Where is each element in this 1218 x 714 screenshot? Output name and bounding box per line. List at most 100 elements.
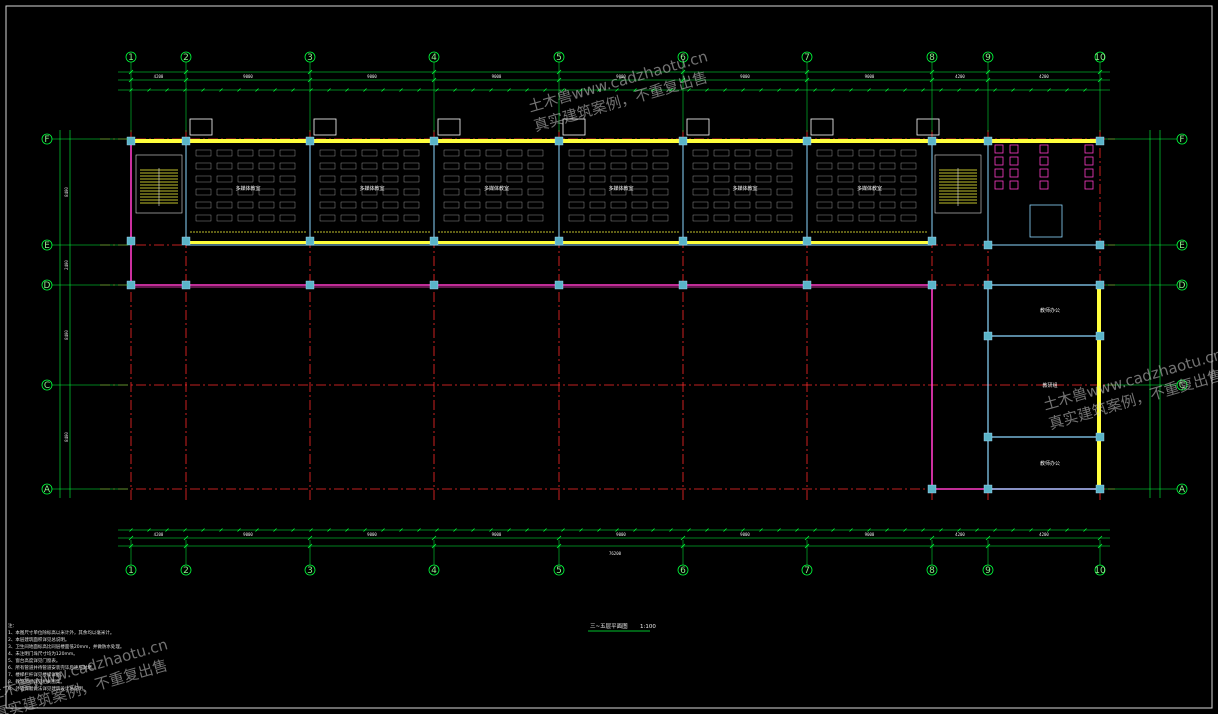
classroom-label: 多媒体教室	[359, 185, 384, 192]
dimension-label: 8400	[64, 187, 69, 197]
toilet-fixture	[1039, 168, 1049, 178]
classroom-label: 多媒体教室	[732, 185, 757, 192]
axis-bubble-label: D	[44, 281, 51, 291]
desk	[485, 175, 502, 183]
desk	[713, 201, 730, 209]
axis-bubble-label: 10	[1094, 53, 1106, 63]
desk	[279, 175, 296, 183]
desk	[216, 149, 233, 157]
desk	[443, 162, 460, 170]
desk	[464, 149, 481, 157]
column	[802, 236, 812, 246]
dimension-label: 4200	[1039, 532, 1049, 537]
desk	[340, 201, 357, 209]
desk	[900, 201, 917, 209]
axis-bubble-label: 6	[680, 566, 686, 576]
desk	[237, 162, 254, 170]
desk	[258, 175, 275, 183]
column	[983, 432, 993, 442]
desk	[589, 175, 606, 183]
desk	[568, 162, 585, 170]
toilet-room	[1029, 204, 1063, 238]
column	[927, 236, 937, 246]
column	[678, 280, 688, 290]
desk	[216, 188, 233, 196]
desk	[464, 175, 481, 183]
desk	[837, 214, 854, 222]
desk	[279, 201, 296, 209]
axis-bubble-label: E	[44, 241, 50, 251]
desk	[237, 149, 254, 157]
axis-bubble-label: 8	[929, 53, 935, 63]
dimension-label: 4200	[154, 532, 164, 537]
column	[554, 136, 564, 146]
desk	[361, 175, 378, 183]
desk	[755, 214, 772, 222]
desk	[776, 149, 793, 157]
note-line: 注：	[8, 622, 17, 629]
desk	[485, 214, 502, 222]
desk	[610, 214, 627, 222]
axis-bubble-label: 3	[307, 53, 313, 63]
axis-bubble-label: 1	[128, 53, 134, 63]
column	[983, 136, 993, 146]
watermark: 土木兽www.cadzhaotu.cn 真实建筑案例，不重复出售	[1041, 345, 1218, 433]
classroom-label: 多媒体教室	[857, 185, 882, 192]
desk	[858, 214, 875, 222]
desk	[900, 175, 917, 183]
desk	[443, 188, 460, 196]
desk	[652, 175, 669, 183]
desk	[485, 149, 502, 157]
east-room-label: 教师办公	[1040, 307, 1060, 314]
desk	[464, 188, 481, 196]
desk	[319, 149, 336, 157]
toilet-fixture	[1009, 180, 1019, 190]
toilet-fixture	[1009, 144, 1019, 154]
column	[305, 136, 315, 146]
desk	[485, 162, 502, 170]
axis-bubble-label: F	[1179, 135, 1184, 145]
column	[126, 236, 136, 246]
desk	[568, 214, 585, 222]
desk	[443, 175, 460, 183]
desk	[568, 201, 585, 209]
toilet-fixture	[994, 168, 1004, 178]
desk	[195, 175, 212, 183]
desk	[776, 201, 793, 209]
desk	[361, 214, 378, 222]
desk	[506, 201, 523, 209]
desk	[589, 162, 606, 170]
desk	[279, 162, 296, 170]
note-line: 1、本图尺寸单位除标高以米计外，其余均以毫米计。	[8, 629, 114, 636]
desk	[652, 214, 669, 222]
desk	[837, 201, 854, 209]
axis-bubble-label: 4	[431, 53, 437, 63]
desk	[403, 188, 420, 196]
desk	[568, 149, 585, 157]
desk	[734, 175, 751, 183]
desk	[216, 214, 233, 222]
desk	[568, 188, 585, 196]
desk	[610, 175, 627, 183]
desk	[361, 149, 378, 157]
desk	[692, 214, 709, 222]
desk	[776, 214, 793, 222]
column	[678, 236, 688, 246]
dimension-label: 9000	[367, 74, 377, 79]
desk	[692, 162, 709, 170]
desk	[734, 201, 751, 209]
desk	[816, 175, 833, 183]
axis-bubble-label: A	[1179, 485, 1186, 495]
toilet-fixture	[1039, 144, 1049, 154]
desk	[340, 214, 357, 222]
desk	[443, 201, 460, 209]
east-room-label: 教研组	[1042, 382, 1057, 389]
column	[305, 280, 315, 290]
desk	[443, 214, 460, 222]
desk	[755, 149, 772, 157]
north-window-band	[131, 139, 1100, 143]
desk	[319, 188, 336, 196]
toilet-fixture	[1084, 168, 1094, 178]
desk	[816, 201, 833, 209]
desk	[816, 188, 833, 196]
